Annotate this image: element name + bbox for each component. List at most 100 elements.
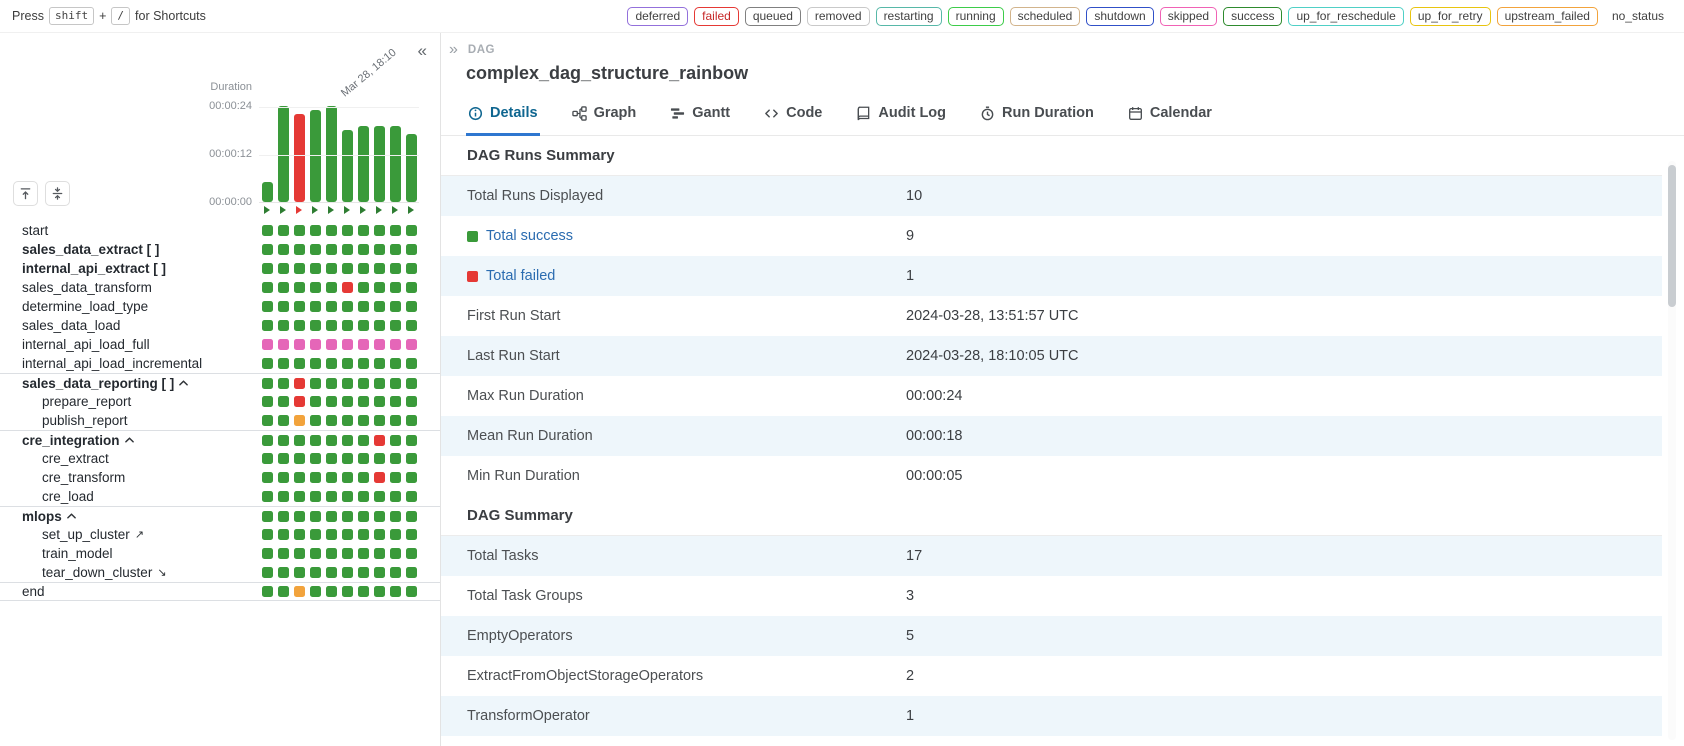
task-instance-success[interactable] (358, 435, 369, 446)
task-instance-success[interactable] (262, 435, 273, 446)
task-instance-success[interactable] (374, 378, 385, 389)
task-instance-success[interactable] (374, 511, 385, 522)
task-instance-success[interactable] (262, 378, 273, 389)
collapse-task-groups-button[interactable] (45, 181, 70, 206)
task-instance-success[interactable] (294, 320, 305, 331)
task-instance-success[interactable] (310, 491, 321, 502)
task-instance-success[interactable] (374, 529, 385, 540)
tab-gantt[interactable]: Gantt (668, 95, 732, 136)
tab-details[interactable]: Details (466, 95, 540, 136)
task-instance-success[interactable] (326, 548, 337, 559)
task-instance-success[interactable] (326, 358, 337, 369)
task-label[interactable]: internal_api_extract [ ] (0, 261, 259, 276)
task-instance-skipped[interactable] (294, 339, 305, 350)
dag-run-bar-success[interactable] (406, 134, 417, 202)
task-instance-success[interactable] (326, 567, 337, 578)
task-instance-success[interactable] (342, 453, 353, 464)
task-instance-success[interactable] (374, 453, 385, 464)
task-instance-success[interactable] (374, 567, 385, 578)
task-label[interactable]: sales_data_load (0, 318, 259, 333)
task-instance-success[interactable] (406, 472, 417, 483)
chevron-up-icon[interactable] (179, 380, 188, 386)
task-instance-success[interactable] (326, 586, 337, 597)
task-instance-success[interactable] (294, 567, 305, 578)
task-instance-success[interactable] (262, 282, 273, 293)
task-label[interactable]: sales_data_extract [ ] (0, 242, 259, 257)
chevron-up-icon[interactable] (125, 437, 134, 443)
task-instance-success[interactable] (278, 358, 289, 369)
task-instance-success[interactable] (374, 320, 385, 331)
task-label[interactable]: determine_load_type (0, 299, 259, 314)
task-instance-success[interactable] (390, 435, 401, 446)
task-label[interactable]: internal_api_load_incremental (0, 356, 259, 371)
task-instance-success[interactable] (262, 358, 273, 369)
task-instance-success[interactable] (406, 586, 417, 597)
task-instance-success[interactable] (294, 282, 305, 293)
task-instance-success[interactable] (374, 396, 385, 407)
dag-run-bar-success[interactable] (390, 126, 401, 202)
task-instance-skipped[interactable] (406, 339, 417, 350)
task-instance-success[interactable] (310, 435, 321, 446)
task-instance-success[interactable] (294, 301, 305, 312)
task-instance-success[interactable] (342, 567, 353, 578)
task-instance-failed[interactable] (342, 282, 353, 293)
run-triangle-icon[interactable] (312, 206, 318, 214)
task-label[interactable]: cre_load (0, 489, 259, 504)
task-instance-success[interactable] (358, 586, 369, 597)
dag-run-bar-failed[interactable] (294, 114, 305, 202)
tab-run-duration[interactable]: Run Duration (978, 95, 1096, 136)
task-instance-success[interactable] (310, 358, 321, 369)
task-instance-success[interactable] (342, 301, 353, 312)
task-instance-success[interactable] (342, 586, 353, 597)
task-instance-success[interactable] (406, 263, 417, 274)
task-instance-success[interactable] (278, 263, 289, 274)
task-instance-success[interactable] (358, 358, 369, 369)
task-instance-success[interactable] (262, 415, 273, 426)
task-instance-success[interactable] (310, 225, 321, 236)
chevron-up-icon[interactable] (67, 513, 76, 519)
dag-run-bar-success[interactable] (374, 126, 385, 202)
task-instance-success[interactable] (374, 282, 385, 293)
task-instance-success[interactable] (278, 548, 289, 559)
task-instance-success[interactable] (262, 396, 273, 407)
task-instance-success[interactable] (374, 301, 385, 312)
tab-graph[interactable]: Graph (570, 95, 639, 136)
tab-audit-log[interactable]: Audit Log (854, 95, 948, 136)
dag-run-bar-success[interactable] (326, 106, 337, 202)
dag-run-bar-success[interactable] (358, 126, 369, 202)
task-instance-success[interactable] (358, 396, 369, 407)
task-instance-success[interactable] (390, 548, 401, 559)
task-instance-failed[interactable] (374, 472, 385, 483)
status-badge-success[interactable]: success (1223, 7, 1282, 26)
task-instance-success[interactable] (278, 491, 289, 502)
task-instance-success[interactable] (326, 529, 337, 540)
task-instance-success[interactable] (390, 453, 401, 464)
task-instance-success[interactable] (358, 378, 369, 389)
task-instance-success[interactable] (374, 225, 385, 236)
task-instance-skipped[interactable] (374, 339, 385, 350)
task-instance-skipped[interactable] (262, 339, 273, 350)
task-instance-skipped[interactable] (342, 339, 353, 350)
task-instance-success[interactable] (390, 586, 401, 597)
task-label[interactable]: internal_api_load_full (0, 337, 259, 352)
task-instance-success[interactable] (310, 415, 321, 426)
task-instance-success[interactable] (310, 244, 321, 255)
task-instance-success[interactable] (294, 491, 305, 502)
dag-run-bar-success[interactable] (262, 182, 273, 202)
task-instance-success[interactable] (278, 586, 289, 597)
task-instance-success[interactable] (406, 378, 417, 389)
run-triangle-icon[interactable] (392, 206, 398, 214)
task-instance-success[interactable] (262, 225, 273, 236)
task-instance-upstream_failed[interactable] (294, 415, 305, 426)
task-instance-success[interactable] (310, 453, 321, 464)
task-instance-success[interactable] (262, 301, 273, 312)
task-instance-success[interactable] (326, 320, 337, 331)
task-instance-success[interactable] (294, 244, 305, 255)
task-instance-success[interactable] (342, 358, 353, 369)
task-instance-success[interactable] (358, 282, 369, 293)
task-instance-success[interactable] (326, 263, 337, 274)
task-instance-success[interactable] (310, 378, 321, 389)
task-instance-success[interactable] (406, 415, 417, 426)
scrollbar-thumb[interactable] (1668, 165, 1676, 307)
dag-run-bar-success[interactable] (310, 110, 321, 202)
